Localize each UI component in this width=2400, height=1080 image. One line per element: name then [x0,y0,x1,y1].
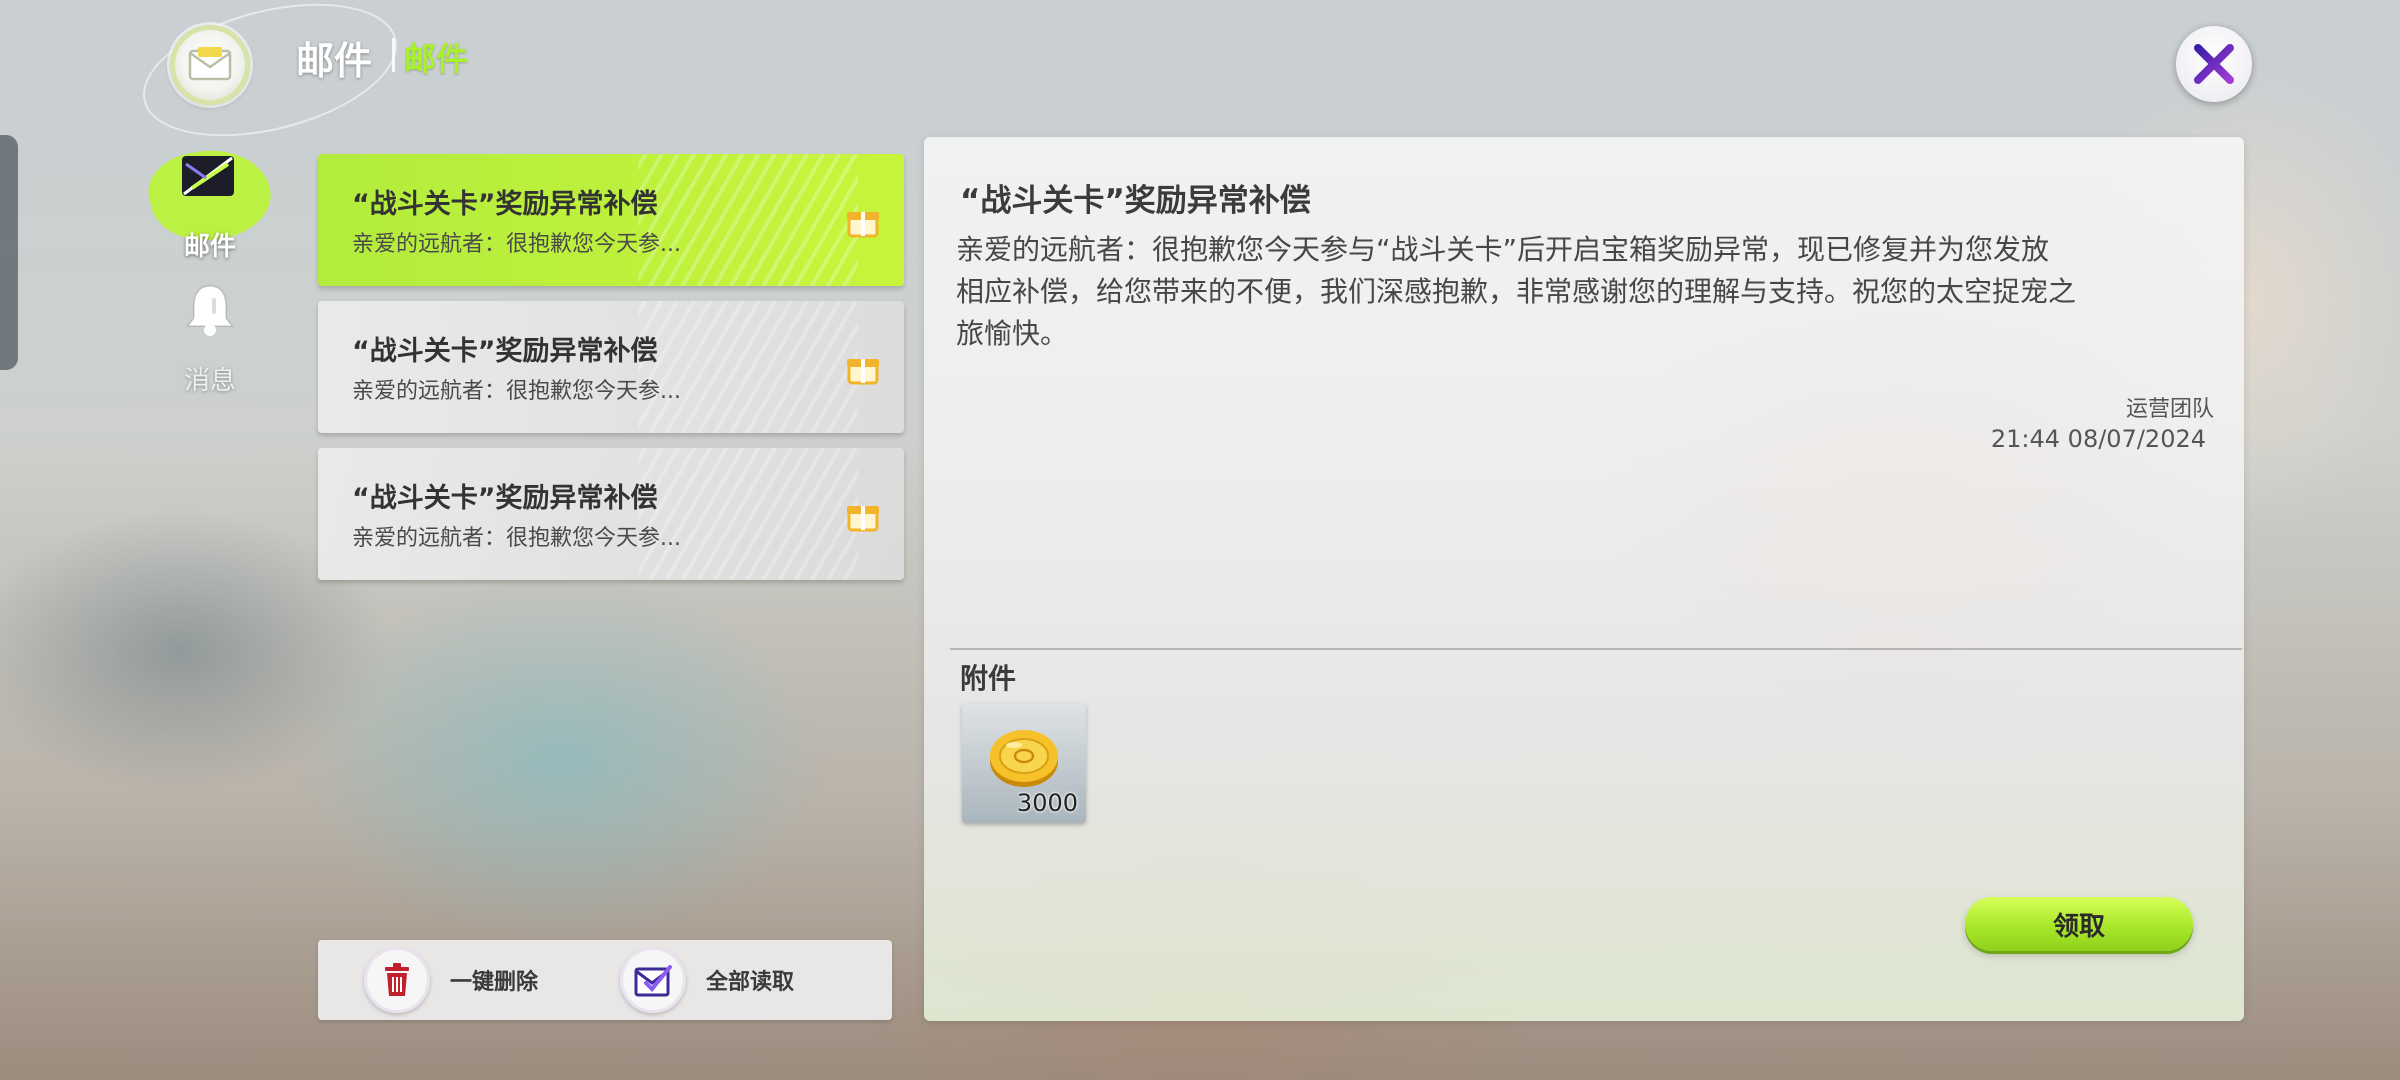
nav-tab-messages-label: 消息 [183,366,236,396]
mail-item-title: “战斗关卡”奖励异常补偿 [352,189,658,220]
page-title: 邮件 [296,39,373,83]
nav-tab-mail-label: 邮件 [183,232,236,262]
mail-icon [182,156,234,196]
gift-icon [847,212,879,238]
mail-detail-title: “战斗关卡”奖励异常补偿 [960,183,1311,219]
left-edge-tab[interactable] [0,135,18,370]
item-texture [638,301,858,433]
attachments-divider [950,648,2242,650]
nav-tab-messages[interactable]: 消息 [150,278,270,398]
title-separator [392,38,395,72]
claim-button[interactable]: 领取 [1965,897,2193,951]
mail-detail-body: 亲爱的远航者：很抱歉您今天参与“战斗关卡”后开启宝箱奖励异常，现已修复并为您发放… [956,233,2077,350]
mail-item-preview: 亲爱的远航者：很抱歉您今天参... [352,379,681,404]
close-icon [2194,44,2234,84]
read-all-button[interactable]: 全部读取 [620,947,795,1013]
mail-actions-bar: 一键删除 全部读取 [318,940,892,1020]
gold-coin-icon [990,730,1058,787]
mail-item-preview: 亲爱的远航者：很抱歉您今天参... [352,526,681,551]
delete-all-label: 一键删除 [450,970,539,995]
read-all-label: 全部读取 [706,970,795,995]
trash-icon [385,963,409,996]
delete-all-button[interactable]: 一键删除 [364,947,539,1013]
gift-icon [847,506,879,532]
mail-item-title: “战斗关卡”奖励异常补偿 [352,483,658,514]
read-all-icon-circle [620,947,686,1013]
attachments-label: 附件 [960,662,1017,695]
page-subtitle: 邮件 [404,40,469,78]
read-all-icon [634,965,672,997]
gift-icon [847,359,879,385]
mail-detail-panel: “战斗关卡”奖励异常补偿 亲爱的远航者：很抱歉您今天参与“战斗关卡”后开启宝箱奖… [924,137,2244,1021]
attachment-item[interactable]: 3000 [962,703,1086,823]
mail-list-item[interactable]: “战斗关卡”奖励异常补偿 亲爱的远航者：很抱歉您今天参... [318,301,904,433]
mail-icon [188,47,232,81]
mail-timestamp: 21:44 08/07/2024 [1990,425,2206,453]
item-texture [638,448,858,580]
mail-list-item[interactable]: “战斗关卡”奖励异常补偿 亲爱的远航者：很抱歉您今天参... [318,448,904,580]
header-mail-badge [170,25,250,105]
mail-sender: 运营团队 [2125,397,2214,422]
item-texture [638,154,858,286]
mail-list-item[interactable]: “战斗关卡”奖励异常补偿 亲爱的远航者：很抱歉您今天参... [318,154,904,286]
mail-item-preview: 亲爱的远航者：很抱歉您今天参... [352,232,681,257]
nav-tab-mail[interactable]: 邮件 [141,138,279,262]
bell-icon [186,285,234,336]
delete-all-icon-circle [364,947,430,1013]
attachment-quantity: 3000 [1016,789,1078,817]
close-button[interactable] [2176,26,2252,102]
mail-item-title: “战斗关卡”奖励异常补偿 [352,336,658,367]
